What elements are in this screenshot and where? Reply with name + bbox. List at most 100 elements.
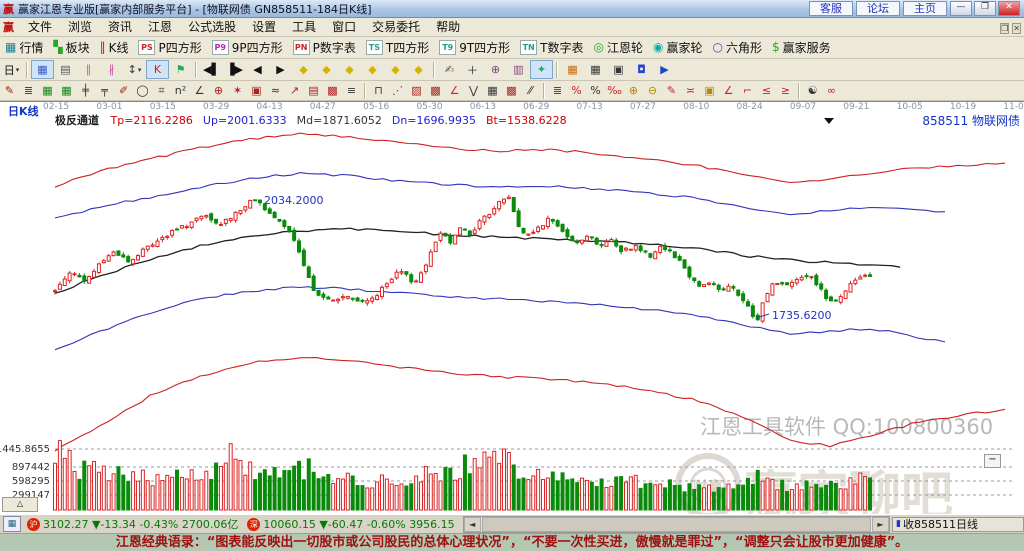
child-restore-icon[interactable]: ❐ [1000, 23, 1010, 34]
shade-tool-1[interactable]: ▨ [407, 82, 426, 100]
fan-lines-tool[interactable]: ⋰ [388, 82, 407, 100]
shade-tool-2[interactable]: ▩ [426, 82, 445, 100]
next-bar[interactable]: ▶ [269, 60, 292, 79]
close-button[interactable]: ✕ [998, 1, 1020, 16]
menu-工具[interactable]: 工具 [284, 20, 324, 34]
winner-wheel-button[interactable]: ◉ 赢家轮 [648, 38, 708, 57]
histogram-tool[interactable]: ≣ [548, 82, 567, 100]
kline-button[interactable]: ‖ K线 [95, 38, 134, 57]
scale-toggle-dropdown-arrow[interactable]: ▾ [138, 66, 142, 74]
p-square-button[interactable]: PS P四方形 [133, 38, 206, 57]
slope-tool-4[interactable]: ≥ [776, 82, 795, 100]
first-page[interactable]: ◀▌ [200, 60, 223, 79]
slash-lines-tool[interactable]: ⁄⁄ [521, 82, 540, 100]
indicator-flag[interactable]: ⚑ [169, 60, 192, 79]
scroll-left-arrow[interactable]: ◄ [463, 516, 481, 532]
star-tool[interactable]: ✶ [228, 82, 247, 100]
period-selector[interactable]: 日 ▾ [0, 60, 23, 79]
box-tool[interactable]: ▣ [247, 82, 266, 100]
volume-collapse-button[interactable]: △ [2, 497, 38, 512]
permille-tool[interactable]: ‰ [605, 82, 624, 100]
shenzhen-index[interactable]: 10060.15 ▼-60.47 -0.60% 3956.15 [263, 518, 454, 531]
infinity-tool[interactable]: ∞ [822, 82, 841, 100]
yinyang-tool[interactable]: ☯ [803, 82, 822, 100]
gold-circle-tool[interactable]: ⊕ [624, 82, 643, 100]
menu-浏览[interactable]: 浏览 [60, 20, 100, 34]
brush-tool[interactable]: ✐ [114, 82, 133, 100]
gann-grid-green-2[interactable]: ▦ [57, 82, 76, 100]
market-quotes-button[interactable]: ▦ 行情 [0, 38, 48, 57]
t-square-button[interactable]: TS T四方形 [361, 38, 434, 57]
trade-cart[interactable]: ▶ [653, 60, 676, 79]
zoom-tool[interactable]: ⊕ [484, 60, 507, 79]
arrow-note-tool[interactable]: ↗ [285, 82, 304, 100]
bars-tool[interactable]: ≡ [342, 82, 361, 100]
gold-bar-tool[interactable]: ⊖ [643, 82, 662, 100]
percent-tool[interactable]: % [586, 82, 605, 100]
minimize-button[interactable]: — [950, 1, 972, 16]
winner-service-button[interactable]: $ 赢家服务 [767, 38, 836, 57]
time-divider-tool[interactable]: ╪ [76, 82, 95, 100]
calculator[interactable]: ▦ [584, 60, 607, 79]
zoom-diamond-4[interactable]: ◆ [361, 60, 384, 79]
overlay-window[interactable]: ▦ [31, 60, 54, 79]
scrollbar-thumb[interactable] [481, 516, 871, 532]
angle-tool[interactable]: ∠ [190, 82, 209, 100]
angle-line-tool[interactable]: ∠ [445, 82, 464, 100]
kline-style-1[interactable]: ∥ [77, 60, 100, 79]
menu-文件[interactable]: 文件 [20, 20, 60, 34]
last-page[interactable]: ▐▶ [223, 60, 246, 79]
prev-bar[interactable]: ◀ [246, 60, 269, 79]
grid-tool-b[interactable]: ▦ [483, 82, 502, 100]
t-number-table-button[interactable]: TN T数字表 [515, 38, 588, 57]
period-tab-label[interactable]: 日K线 [8, 103, 39, 119]
scale-toggle[interactable]: ↕ ▾ [123, 60, 146, 79]
grid-tool-c[interactable]: ▩ [502, 82, 521, 100]
gold-box-tool[interactable]: ▣ [700, 82, 719, 100]
ellipse-tool[interactable]: ◯ [133, 82, 152, 100]
zoom-diamond-5[interactable]: ◆ [384, 60, 407, 79]
child-close-icon[interactable]: ✕ [1012, 23, 1021, 34]
save-layout[interactable]: ▣ [607, 60, 630, 79]
zoom-diamond-3[interactable]: ◆ [338, 60, 361, 79]
info-panel[interactable]: ▤ [54, 60, 77, 79]
circle-cross-tool[interactable]: ⊕ [209, 82, 228, 100]
menu-公式选股[interactable]: 公式选股 [180, 20, 244, 34]
percent-red-tool[interactable]: % [567, 82, 586, 100]
menu-帮助[interactable]: 帮助 [428, 20, 468, 34]
slope-tool-2[interactable]: ⌐ [738, 82, 757, 100]
menu-设置[interactable]: 设置 [244, 20, 284, 34]
quote-grid-icon[interactable]: ▦ [3, 516, 21, 532]
slope-tool-3[interactable]: ≤ [757, 82, 776, 100]
menu-资讯[interactable]: 资讯 [100, 20, 140, 34]
trend-tool[interactable]: ✦ [530, 60, 553, 79]
adjusted-kline[interactable]: K [146, 60, 169, 79]
save-disk[interactable]: ◘ [630, 60, 653, 79]
titlebar-link-1[interactable]: 论坛 [856, 1, 900, 16]
pen-tool[interactable]: ✎ [0, 82, 19, 100]
sectors-button[interactable]: ▚ 板块 [48, 38, 94, 57]
p-number-table-button[interactable]: PN P数字表 [288, 38, 361, 57]
zoom-diamond-2[interactable]: ◆ [315, 60, 338, 79]
gann-wheel-button[interactable]: ◎ 江恩轮 [589, 38, 649, 57]
maximize-button[interactable]: ❐ [974, 1, 996, 16]
titlebar-link-0[interactable]: 客服 [809, 1, 853, 16]
chart-canvas[interactable]: 江恩工具软件 QQ:100800360财赢赢家聊吧1445.8655897442… [0, 102, 1024, 515]
n-square-tool[interactable]: n² [171, 82, 190, 100]
zoom-diamond-1[interactable]: ◆ [292, 60, 315, 79]
wave-tool[interactable]: ≈ [266, 82, 285, 100]
hexagon-button[interactable]: ○ 六角形 [708, 38, 768, 57]
price-divider-tool[interactable]: ╤ [95, 82, 114, 100]
gann-grid-green-1[interactable]: ▦ [38, 82, 57, 100]
pagoda-tool[interactable]: ▤ [304, 82, 323, 100]
menu-交易委托[interactable]: 交易委托 [364, 20, 428, 34]
titlebar-link-2[interactable]: 主页 [903, 1, 947, 16]
red-grid-tool[interactable]: ▩ [323, 82, 342, 100]
multi-line-tool[interactable]: ≣ [19, 82, 38, 100]
marker-tool[interactable]: ✎ [662, 82, 681, 100]
menu-江恩[interactable]: 江恩 [140, 20, 180, 34]
volume-minimize-button[interactable]: − [984, 454, 1001, 468]
zoom-diamond-6[interactable]: ◆ [407, 60, 430, 79]
slope-tool-1[interactable]: ∠ [719, 82, 738, 100]
period-selector-dropdown-arrow[interactable]: ▾ [16, 66, 20, 74]
